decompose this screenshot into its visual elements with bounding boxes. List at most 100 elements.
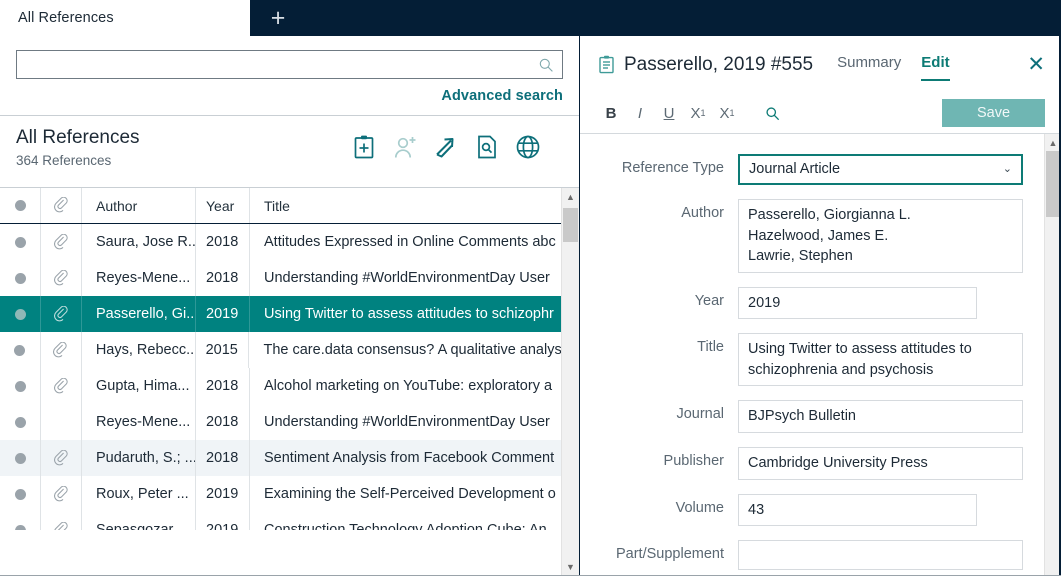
row-read-status[interactable] [0,296,41,332]
read-status-icon [14,308,26,320]
row-read-status[interactable] [0,224,41,260]
list-scroll-thumb[interactable] [563,208,578,242]
select-value: Journal Article [749,161,841,178]
field-label: Author [681,205,724,221]
column-header-author[interactable]: Author [82,188,196,223]
row-year: 2018 [196,368,250,404]
row-title: Examining the Self-Perceived Development… [264,486,556,502]
row-attachment[interactable] [41,476,82,512]
search-box[interactable] [16,50,563,79]
table-row[interactable]: Saura, Jose R... 2018 Attitudes Expressed … [0,224,561,260]
field-value[interactable]: Cambridge University Press [738,447,1023,480]
table-row[interactable]: Roux, Peter ... 2019 Examining the Self-Pe… [0,476,561,512]
add-group-icon[interactable] [392,134,418,160]
scroll-up-arrow[interactable]: ▲ [562,188,579,206]
row-attachment[interactable] [41,332,82,368]
tab-summary[interactable]: Summary [837,54,901,75]
column-header-title[interactable]: Title [250,188,561,223]
list-scrollbar[interactable]: ▲ ▼ [561,188,579,576]
field-value[interactable]: 43 [738,493,977,527]
tab-edit[interactable]: Edit [921,54,950,81]
field-label: Year [694,292,724,309]
superscript-button[interactable]: X1 [685,100,711,126]
row-year: 2015 [196,332,250,368]
row-year: 2018 [196,440,250,476]
table-row[interactable]: Sepasgozar... 2019 Construction Technology… [0,512,561,530]
table-row[interactable]: Passerello, Gi... 2019 Using Twitter to as… [0,296,561,332]
reference-type-select[interactable]: Journal Article ⌄ [738,154,1023,185]
reference-count: 364 References [16,152,112,168]
table-body: Saura, Jose R... 2018 Attitudes Expressed … [0,224,561,530]
list-scroll-track[interactable] [562,206,579,558]
underline-button[interactable]: U [656,100,682,126]
form-field: Title Using Twitter to assess attitudes t… [580,333,1044,387]
detail-scroll-thumb[interactable] [1046,151,1060,217]
table-row[interactable]: Gupta, Hima... 2018 Alcohol marketing on Y… [0,368,561,404]
tab-all-references[interactable]: All References [0,0,250,36]
field-label: Reference Type [621,160,724,176]
row-year: 2018 [196,260,250,296]
find-button[interactable] [759,100,785,126]
row-author: Hays, Rebecc... [82,332,196,368]
field-value[interactable]: BJPsych Bulletin [738,400,1023,434]
row-title: Understanding #WorldEnvironmentDay User [264,270,550,286]
save-button[interactable]: Save [942,99,1045,127]
row-read-status[interactable] [0,440,41,476]
read-status-icon [14,380,26,392]
library-header: All References 364 References [0,116,579,188]
row-attachment[interactable] [41,440,82,476]
close-icon[interactable]: ✕ [1017,54,1045,75]
row-title: Sentiment Analysis from Facebook Comment [264,450,555,466]
italic-button[interactable]: I [627,100,653,126]
column-header-attachment[interactable] [41,188,82,223]
row-read-status[interactable] [0,476,41,512]
scroll-down-arrow[interactable]: ▼ [562,558,579,576]
field-value[interactable]: Using Twitter to assess attitudes to sch… [738,333,1023,387]
form-field: Part/Supplement [580,540,1044,571]
table-row[interactable]: Reyes-Mene... 2018 Understanding #WorldEnv… [0,404,561,440]
row-attachment[interactable] [41,512,82,530]
online-search-icon[interactable] [515,134,541,160]
field-value[interactable]: 2019 [738,286,977,320]
row-attachment[interactable] [41,368,82,404]
row-attachment[interactable] [41,404,82,440]
row-year: 2018 [196,404,250,440]
chevron-down-icon[interactable]: ⌄ [1003,162,1012,178]
table-row[interactable]: Reyes-Mene... 2018 Understanding #WorldEnv… [0,260,561,296]
paperclip-icon [53,521,68,530]
find-full-text-icon[interactable] [474,134,500,160]
new-reference-icon[interactable] [351,134,377,160]
bold-button[interactable]: B [598,100,624,126]
search-icon[interactable] [538,57,554,73]
row-attachment[interactable] [41,260,82,296]
row-read-status[interactable] [0,332,41,368]
row-attachment[interactable] [41,224,82,260]
main-split: Advanced search All References 364 Refer… [0,36,1061,576]
column-header-year[interactable]: Year [196,188,250,223]
search-input[interactable] [17,51,562,78]
field-value[interactable]: Passerello, Giorgianna L. Hazelwood, Jam… [738,199,1023,273]
references-pane: Advanced search All References 364 Refer… [0,36,580,576]
detail-form: Reference Type Journal Article ⌄ Author Pass… [580,134,1044,576]
paperclip-icon [53,485,68,501]
field-value[interactable] [738,540,1023,571]
advanced-search-link[interactable]: Advanced search [16,88,563,104]
subscript-button[interactable]: X1 [714,100,740,126]
table-row[interactable]: Pudaruth, S.; ... 2018 Sentiment Analysis … [0,440,561,476]
paperclip-icon [53,377,68,393]
table-row[interactable]: Hays, Rebecc... 2015 The care.data consens… [0,332,561,368]
row-year: 2019 [196,512,250,530]
field-label: Part/Supplement [615,546,724,563]
row-attachment[interactable] [41,296,82,332]
row-read-status[interactable] [0,404,41,440]
export-icon[interactable] [433,134,459,160]
tab-label: All References [18,10,114,26]
column-header-readstatus[interactable] [0,188,41,223]
read-status-icon [14,452,26,464]
row-read-status[interactable] [0,512,41,530]
read-status-icon [14,272,26,284]
reference-table: Author Year Title Saura, Jose R... 2018 At… [0,188,561,576]
row-read-status[interactable] [0,260,41,296]
row-read-status[interactable] [0,368,41,404]
new-tab-button[interactable]: + [250,0,306,36]
